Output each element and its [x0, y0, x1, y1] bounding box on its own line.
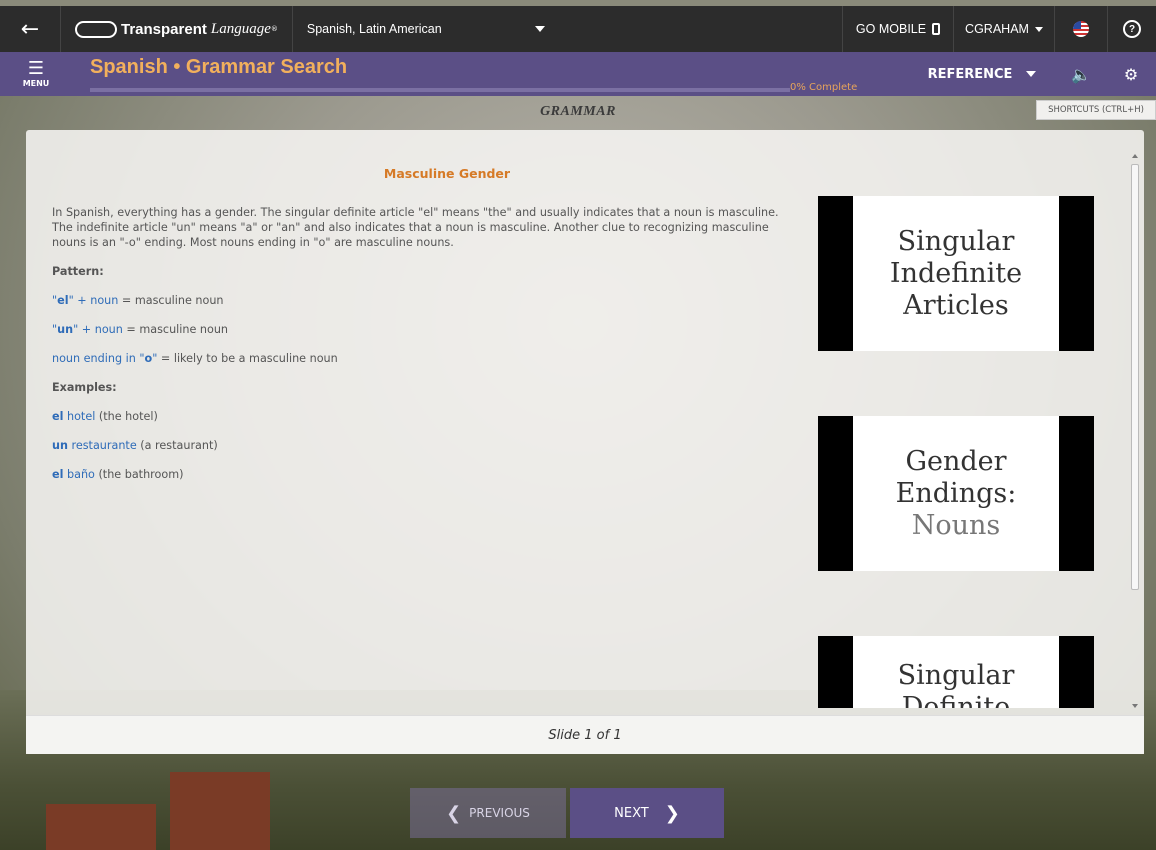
chevron-left-icon: ❮	[446, 802, 462, 824]
slide-panel: Masculine Gender In Spanish, everything …	[26, 130, 1144, 754]
pattern-line: noun ending in "o" = likely to be a masc…	[52, 352, 338, 365]
lesson-header: ☰ MENU Spanish • Grammar Search 0% Compl…	[0, 52, 1156, 96]
help-button[interactable]: ?	[1107, 6, 1156, 52]
pattern-label: Pattern:	[52, 265, 104, 278]
examples-label: Examples:	[52, 381, 117, 394]
example-line: el hotel (the hotel)	[52, 410, 158, 423]
previous-label: PREVIOUS	[469, 806, 530, 820]
menu-label: MENU	[22, 78, 50, 88]
back-arrow-icon[interactable]: ←	[0, 6, 61, 52]
user-menu[interactable]: CGRAHAM	[953, 6, 1054, 52]
logo-shape-icon	[75, 20, 117, 38]
scrollbar[interactable]	[1130, 154, 1140, 708]
progress-bar	[90, 88, 790, 92]
gear-icon: ⚙	[1123, 64, 1139, 84]
go-mobile-label: GO MOBILE	[855, 22, 927, 36]
reference-dropdown[interactable]: REFERENCE	[908, 52, 1056, 96]
brand-name-italic: Language	[210, 20, 271, 37]
mobile-phone-icon	[932, 23, 941, 35]
example-line: el baño (the bathroom)	[52, 468, 184, 481]
us-flag-icon	[1073, 21, 1089, 37]
next-label: NEXT	[614, 805, 649, 821]
speaker-icon: 🔈	[1071, 64, 1091, 84]
chevron-down-icon	[1034, 26, 1043, 32]
topic-card-singular-indefinite-articles[interactable]: Singular Indefinite Articles	[818, 196, 1094, 351]
lesson-text: Masculine Gender In Spanish, everything …	[52, 166, 782, 496]
flag-button[interactable]	[1054, 6, 1107, 52]
chevron-right-icon: ❯	[664, 802, 680, 824]
example-line: un restaurante (a restaurant)	[52, 439, 218, 452]
topic-card-gender-endings-nouns[interactable]: Gender Endings: Nouns	[818, 416, 1094, 571]
lesson-intro: In Spanish, everything has a gender. The…	[52, 206, 779, 249]
scrollbar-thumb[interactable]	[1131, 164, 1139, 590]
scroll-down-icon[interactable]	[1132, 704, 1138, 708]
title-area: Spanish • Grammar Search 0% Complete	[72, 52, 872, 96]
related-topics-list: Singular Indefinite Articles Gender Endi…	[818, 168, 1094, 708]
progress-text: 0% Complete	[790, 82, 858, 93]
chevron-down-icon	[1026, 71, 1037, 77]
next-button[interactable]: NEXT ❯	[570, 788, 724, 838]
help-icon: ?	[1123, 20, 1141, 38]
background-building	[46, 804, 156, 850]
chevron-down-icon	[534, 26, 545, 32]
page-title: Spanish • Grammar Search	[90, 56, 348, 78]
pattern-line: "el" + noun = masculine noun	[52, 294, 224, 307]
brand-logo[interactable]: Transparent Language ®	[61, 6, 293, 52]
lesson-heading: Masculine Gender	[383, 166, 511, 181]
topic-card-singular-definite[interactable]: Singular Definite	[818, 636, 1094, 708]
language-select[interactable]: Spanish, Latin American	[293, 6, 559, 52]
brand-mark: ®	[270, 25, 278, 33]
reference-label: REFERENCE	[927, 66, 1013, 82]
section-title: GRAMMAR	[540, 104, 616, 119]
pattern-line: "un" + noun = masculine noun	[52, 323, 229, 336]
menu-button[interactable]: ☰ MENU	[0, 52, 72, 96]
go-mobile-button[interactable]: GO MOBILE	[842, 6, 953, 52]
language-select-label: Spanish, Latin American	[306, 22, 442, 36]
sound-button[interactable]: 🔈	[1056, 52, 1106, 96]
settings-button[interactable]: ⚙	[1106, 52, 1156, 96]
user-name: CGRAHAM	[965, 22, 1029, 36]
previous-button[interactable]: ❮ PREVIOUS	[410, 788, 566, 838]
scroll-up-icon[interactable]	[1132, 154, 1138, 158]
hamburger-icon: ☰	[27, 57, 45, 79]
brand-name-bold: Transparent	[121, 20, 207, 38]
background-building	[170, 772, 270, 850]
slide-counter: Slide 1 of 1	[26, 715, 1144, 754]
top-bar: ← Transparent Language ® Spanish, Latin …	[0, 6, 1156, 52]
